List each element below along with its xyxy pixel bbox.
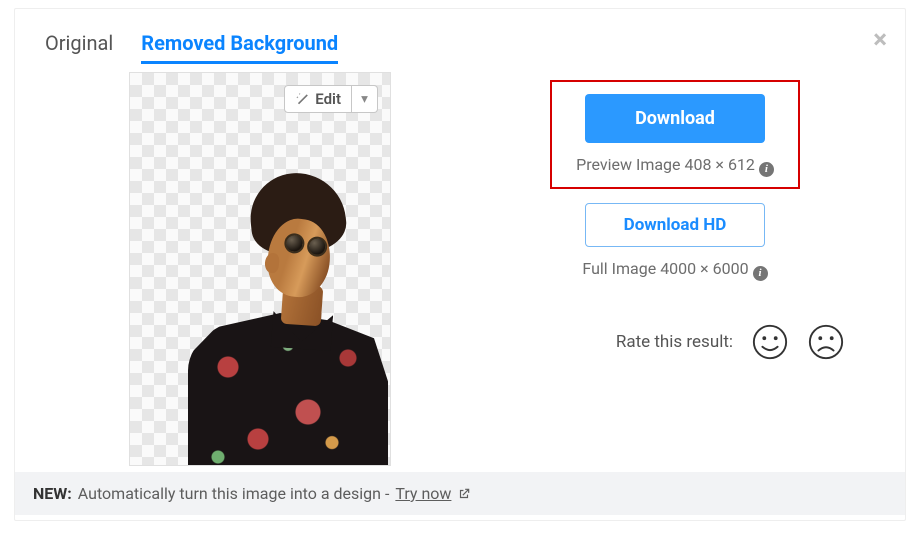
edit-button-group: Edit ▾: [284, 85, 378, 113]
full-size-text: Full Image 4000 × 6000 i: [582, 257, 767, 281]
edit-dropdown-button[interactable]: ▾: [352, 85, 378, 113]
result-card: × Original Removed Background: [14, 8, 906, 521]
chevron-down-icon: ▾: [361, 92, 368, 107]
download-button[interactable]: Download: [585, 94, 765, 143]
edit-button[interactable]: Edit: [284, 85, 352, 113]
tabs: Original Removed Background: [15, 9, 905, 72]
footer-new-badge: NEW:: [33, 484, 72, 503]
footer-banner: NEW: Automatically turn this image into …: [15, 472, 905, 515]
person-cutout: [180, 163, 370, 466]
download-hd-button[interactable]: Download HD: [585, 203, 765, 247]
frown-icon[interactable]: [807, 323, 845, 361]
download-highlight: Download Preview Image 408 × 612 i: [550, 80, 800, 189]
try-now-link[interactable]: Try now: [395, 484, 451, 503]
close-icon[interactable]: ×: [873, 27, 887, 53]
info-icon[interactable]: i: [759, 162, 774, 177]
wand-icon: [295, 92, 309, 106]
info-icon[interactable]: i: [753, 266, 768, 281]
download-hd-area: Download HD Full Image 4000 × 6000 i: [582, 203, 767, 281]
preview-size-label: Preview Image 408 × 612: [576, 155, 755, 174]
preview-area: Edit ▾: [45, 72, 475, 466]
preview-image: Edit ▾: [129, 72, 391, 466]
footer-text: Automatically turn this image into a des…: [78, 484, 390, 503]
side-panel: Download Preview Image 408 × 612 i Downl…: [475, 72, 875, 466]
tab-removed-background[interactable]: Removed Background: [141, 31, 338, 64]
tab-original[interactable]: Original: [45, 31, 113, 64]
rate-label: Rate this result:: [616, 332, 733, 352]
rate-row: Rate this result:: [616, 323, 875, 361]
smile-icon[interactable]: [751, 323, 789, 361]
content-area: Edit ▾ Download Preview Image 408 × 612 …: [15, 72, 905, 466]
preview-size-text: Preview Image 408 × 612 i: [576, 153, 774, 177]
full-size-label: Full Image 4000 × 6000: [582, 259, 748, 278]
edit-button-label: Edit: [315, 90, 341, 108]
external-link-icon: [457, 487, 471, 501]
